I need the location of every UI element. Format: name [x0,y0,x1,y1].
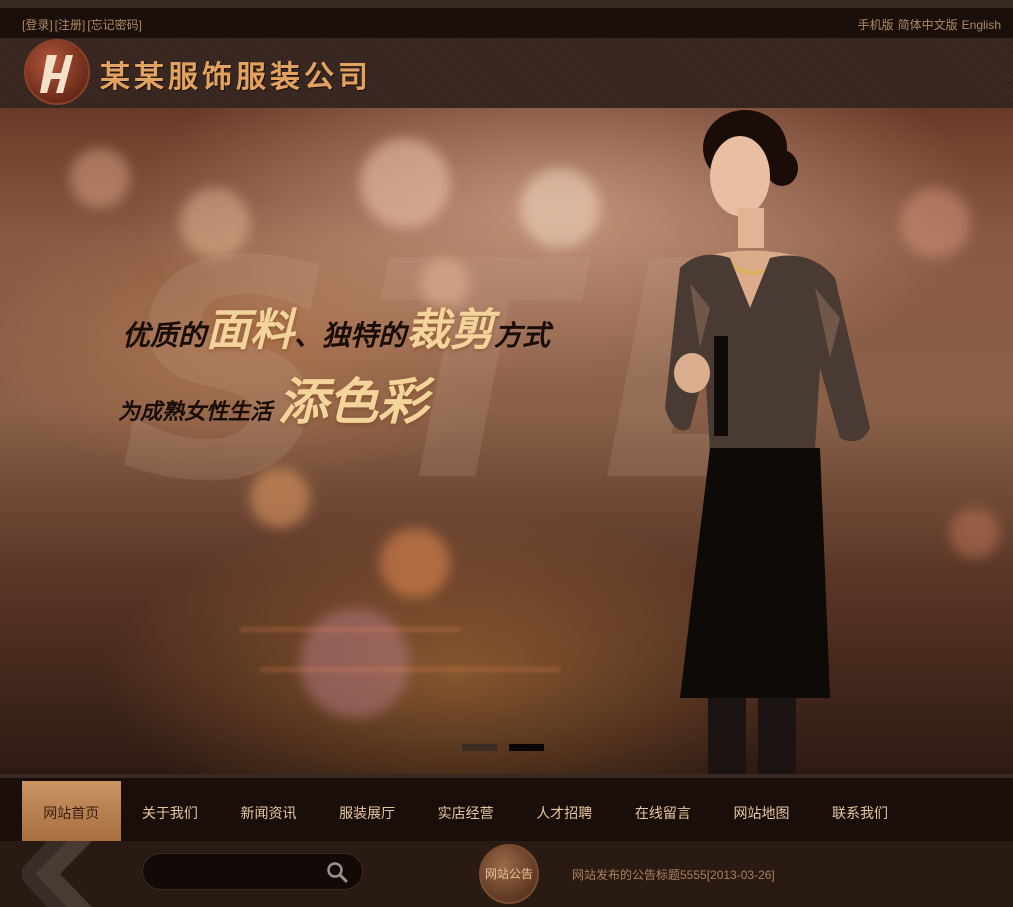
hero-banner: STL 优质的面料、独特的裁剪方式 为成熟女性生活 添色彩 [0,108,1013,774]
register-link[interactable]: [注册] [55,18,86,32]
chevron-left-decoration-icon [22,841,92,907]
notice-item[interactable]: 网站发布的公告标题5555[2013-03-26] [572,866,775,883]
account-links: [登录] [注册] [忘记密码] [22,16,144,33]
language-links: 手机版 简体中文版 English [854,16,1001,33]
nav-item-stores[interactable]: 实店经营 [416,781,515,845]
nav-item-showroom[interactable]: 服装展厅 [318,781,417,845]
slide-indicators [462,738,556,756]
slogan-line-2: 为成熟女性生活 添色彩 [118,373,429,431]
company-logo-icon[interactable] [24,39,90,105]
search-input[interactable] [157,862,317,882]
company-name: 某某服饰服装公司 [100,60,372,95]
login-link[interactable]: [登录] [22,18,53,32]
nav-item-about[interactable]: 关于我们 [121,781,220,845]
search-icon[interactable] [326,861,348,883]
nav-item-guestbook[interactable]: 在线留言 [614,781,713,845]
slogan-line-1: 优质的面料、独特的裁剪方式 [122,305,551,356]
forgot-password-link[interactable]: [忘记密码] [87,18,142,32]
slide-dot-1[interactable] [462,744,497,751]
bottom-bar: 网站公告 网站发布的公告标题5555[2013-03-26] [0,841,1013,907]
notice-badge: 网站公告 [479,844,539,904]
nav-item-home[interactable]: 网站首页 [22,781,121,845]
nav-item-news[interactable]: 新闻资讯 [219,781,318,845]
mobile-version-link[interactable]: 手机版 [858,18,894,32]
simplified-chinese-link[interactable]: 简体中文版 [898,18,958,32]
slide-dot-2[interactable] [509,744,544,751]
search-box [142,853,363,890]
nav-items: 网站首页 关于我们 新闻资讯 服装展厅 实店经营 人才招聘 在线留言 网站地图 … [22,781,909,845]
nav-item-jobs[interactable]: 人才招聘 [515,781,614,845]
top-bar: [登录] [注册] [忘记密码] 手机版 简体中文版 English [0,0,1013,38]
main-nav: 网站首页 关于我们 新闻资讯 服装展厅 实店经营 人才招聘 在线留言 网站地图 … [0,774,1013,845]
english-link[interactable]: English [962,18,1001,32]
model-figure-image [665,110,870,774]
nav-item-contact[interactable]: 联系我们 [811,781,910,845]
nav-item-sitemap[interactable]: 网站地图 [712,781,811,845]
